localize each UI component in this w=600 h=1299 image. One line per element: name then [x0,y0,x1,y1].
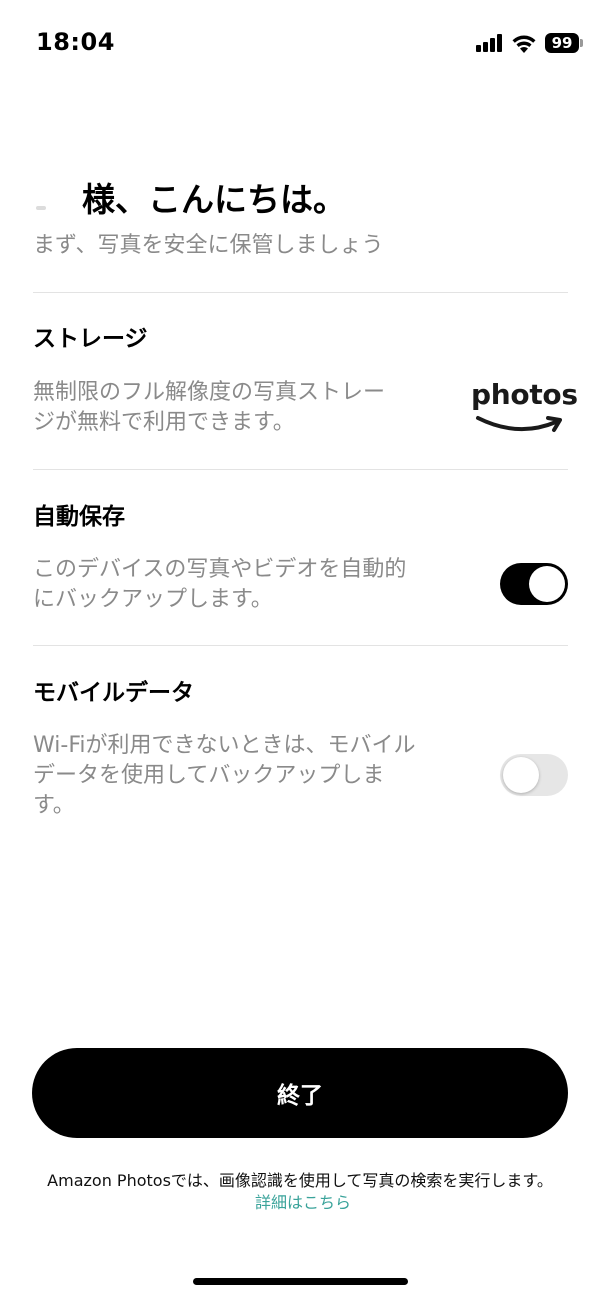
learn-more-link[interactable]: 詳細はこちら [255,1193,351,1212]
cellular-signal-icon [476,34,504,52]
divider [33,292,568,293]
amazon-photos-logo: photos [468,378,578,438]
toggle-knob [529,566,565,602]
auto-save-title: 自動保存 [33,504,125,530]
mobile-data-title: モバイルデータ [33,680,194,706]
greeting-title: 様、こんにちは。 [82,180,346,219]
auto-save-description: このデバイスの写真やビデオを自動的にバックアップします。 [33,557,407,612]
mobile-data-toggle[interactable] [500,754,568,796]
home-indicator[interactable] [193,1278,408,1285]
redacted-username [36,206,46,210]
amazon-smile-icon [476,416,562,432]
status-time: 18:04 [36,28,115,56]
footer-note-text: Amazon Photosでは、画像認識を使用して写真の検索を実行します。 [47,1171,553,1190]
auto-save-toggle[interactable] [500,563,568,605]
mobile-data-description: Wi-Fiが利用できないときは、モバイルデータを使用してバックアップします。 [33,733,416,818]
status-bar: 18:04 99 [0,0,600,90]
storage-title: ストレージ [33,326,148,352]
toggle-knob [503,757,539,793]
photos-logo-text: photos [471,378,578,411]
greeting-subtitle: まず、写真を安全に保管しましょう [33,233,384,258]
wifi-icon [512,35,536,53]
footer-note: Amazon Photosでは、画像認識を使用して写真の検索を実行します。詳細は… [40,1170,560,1214]
storage-description: 無制限のフル解像度の写真ストレージが無料で利用できます。 [33,380,386,435]
battery-cap [580,39,583,47]
battery-icon: 99 [545,33,579,53]
divider [33,469,568,470]
divider [33,645,568,646]
finish-button[interactable]: 終了 [32,1048,568,1138]
